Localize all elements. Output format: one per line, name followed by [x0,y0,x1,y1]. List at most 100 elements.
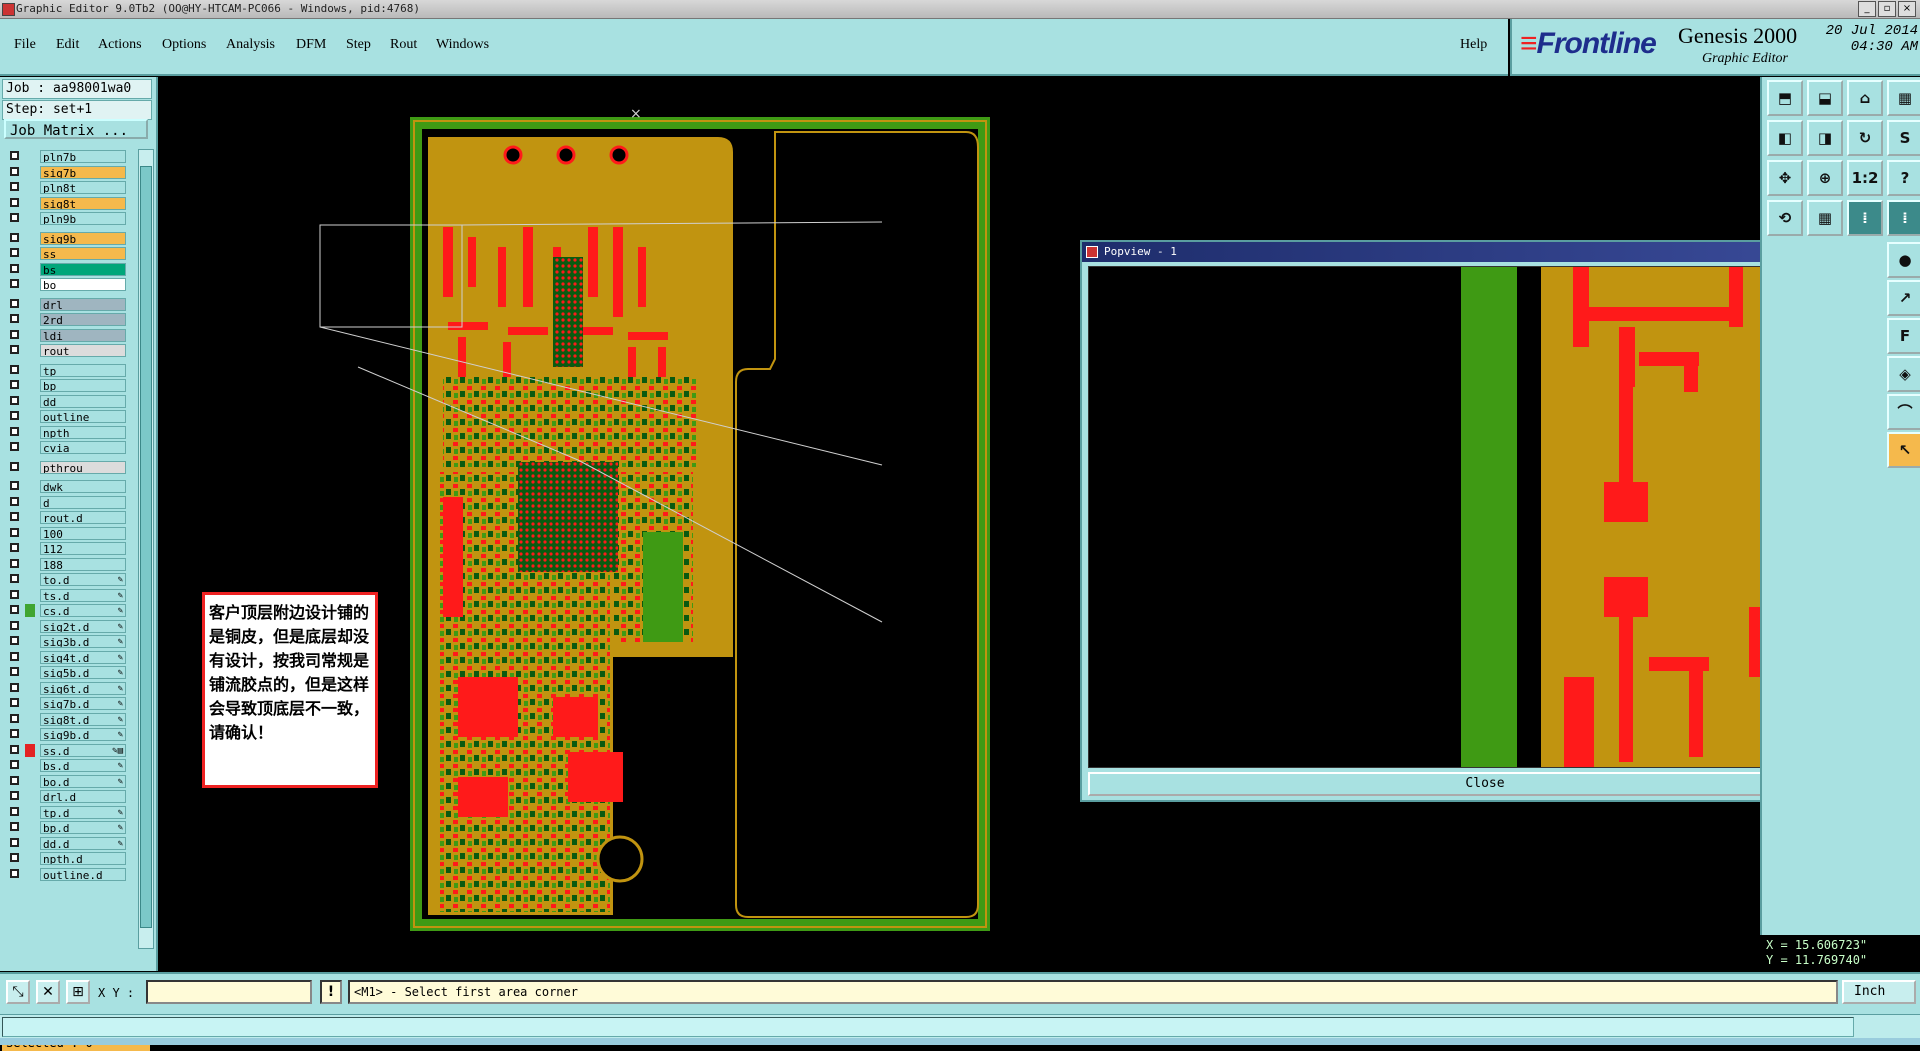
layer-color-swatch[interactable] [25,363,35,377]
layer-checkbox[interactable] [10,182,19,191]
layer-checkbox[interactable] [10,426,19,436]
layer-color-swatch[interactable] [25,495,35,509]
layer-row[interactable]: 100 [4,526,126,541]
layer-checkbox[interactable] [10,667,19,676]
layer-checkbox[interactable] [10,248,19,257]
layer-name[interactable]: ts.d ✎ [40,588,126,602]
layer-row[interactable]: npth [4,425,126,440]
menu-help[interactable]: Help [1460,37,1487,53]
layer-name[interactable]: cs.d ✎ [40,604,126,617]
close-window-button[interactable]: × [1898,1,1916,17]
layer-checkbox[interactable] [10,868,19,878]
zoom-area-icon[interactable]: ▦ [1887,80,1920,116]
layer-name[interactable]: pln9b [40,212,126,225]
layer-name[interactable]: bo [40,278,126,291]
menu-step[interactable]: Step [346,37,371,53]
menu-dfm[interactable]: DFM [296,37,326,53]
layer-row[interactable]: rout [4,343,126,358]
layer-color-swatch[interactable] [25,460,35,474]
layer-name[interactable]: sig8t.d ✎ [40,712,126,726]
layer-checkbox[interactable] [10,395,19,405]
layer-checkbox[interactable] [10,837,19,847]
layer-name[interactable]: pln8t [40,181,126,194]
layer-name[interactable]: outline [40,410,126,423]
layer-name[interactable]: sig7b.d ✎ [40,697,126,710]
text-icon[interactable]: F [1887,318,1920,354]
menu-actions[interactable]: Actions [98,37,142,53]
layer-color-swatch[interactable] [25,181,35,194]
layer-color-swatch[interactable] [25,681,35,695]
layer-color-swatch[interactable] [25,743,35,757]
layer-row[interactable]: ss.d ✎▤ [4,743,126,758]
fit-screen-icon[interactable]: ✥ [1767,160,1803,196]
layer-row[interactable]: drl [4,297,126,312]
minimize-button[interactable]: _ [1858,1,1876,17]
layer-color-swatch[interactable] [25,297,35,311]
layer-color-swatch[interactable] [25,425,35,439]
layer-name[interactable]: sig9b.d ✎ [40,728,126,741]
layer-row[interactable]: bs.d ✎ [4,758,126,773]
layer-checkbox[interactable] [10,380,19,389]
layer-row[interactable]: outline [4,409,126,424]
layer-row[interactable]: cs.d ✎ [4,603,126,618]
layer-row[interactable]: sig8t.d ✎ [4,712,126,727]
redraw-icon[interactable]: ↻ [1847,120,1883,156]
layer-checkbox[interactable] [10,166,19,176]
layer-name[interactable]: drl.d [40,790,126,803]
layer-name[interactable]: dwk [40,480,126,493]
layer-color-swatch[interactable] [25,212,35,225]
layer-checkbox[interactable] [10,461,19,471]
layer-checkbox[interactable] [10,574,19,583]
measure-icon[interactable]: ⟲ [1767,200,1803,236]
layer-color-swatch[interactable] [25,821,35,834]
layer-color-swatch[interactable] [25,867,35,881]
one-to-one-icon[interactable]: 1:2 [1847,160,1883,196]
layer-color-swatch[interactable] [25,262,35,276]
layer-name[interactable]: 100 [40,526,126,540]
layer-color-swatch[interactable] [25,650,35,664]
layer-checkbox[interactable] [10,729,19,738]
layer-row[interactable]: dd.d ✎ [4,836,126,851]
unit-selector[interactable]: Inch [1842,980,1916,1004]
popview-canvas[interactable] [1088,266,1850,768]
layer-name[interactable]: d [40,495,126,509]
layer-name[interactable]: rout.d [40,511,126,524]
scrollbar-thumb[interactable] [140,166,152,928]
layer-color-swatch[interactable] [25,635,35,648]
layer-row[interactable]: pln7b [4,149,126,164]
layer-checkbox[interactable] [10,263,19,273]
layer-color-swatch[interactable] [25,526,35,540]
layer-list-scrollbar[interactable] [138,149,154,949]
layer-name[interactable]: bs.d ✎ [40,759,126,772]
layer-checkbox[interactable] [10,151,19,160]
layer-color-swatch[interactable] [25,790,35,803]
layer-name[interactable]: bo.d ✎ [40,774,126,788]
layer-name[interactable]: bp.d ✎ [40,821,126,834]
layer-checkbox[interactable] [10,744,19,754]
layer-row[interactable]: bp [4,378,126,393]
layer-checkbox[interactable] [10,775,19,785]
layer-color-swatch[interactable] [25,542,35,555]
layer-name[interactable]: sig9b [40,231,126,245]
layer-color-swatch[interactable] [25,150,35,163]
layer-checkbox[interactable] [10,213,19,222]
layer-row[interactable]: sig7b [4,165,126,180]
layer-row[interactable]: npth.d [4,851,126,866]
layer-name[interactable]: outline.d [40,867,126,881]
layer-name[interactable]: tp.d ✎ [40,805,126,819]
menu-analysis[interactable]: Analysis [226,37,275,53]
layer-row[interactable]: cvia [4,440,126,455]
layer-color-swatch[interactable] [25,852,35,865]
shapes-icon[interactable]: ◈ [1887,356,1920,392]
layer-name[interactable]: dd.d ✎ [40,836,126,850]
menu-file[interactable]: File [14,37,36,53]
layer-color-swatch[interactable] [25,441,35,454]
layer-color-swatch[interactable] [25,231,35,245]
snap-icon[interactable]: S [1887,120,1920,156]
layer-row[interactable]: pln9b [4,211,126,226]
layer-color-swatch[interactable] [25,666,35,679]
layer-color-swatch[interactable] [25,247,35,260]
layer-checkbox[interactable] [10,853,19,862]
layer-checkbox[interactable] [10,232,19,242]
layer-name[interactable]: rout [40,344,126,357]
